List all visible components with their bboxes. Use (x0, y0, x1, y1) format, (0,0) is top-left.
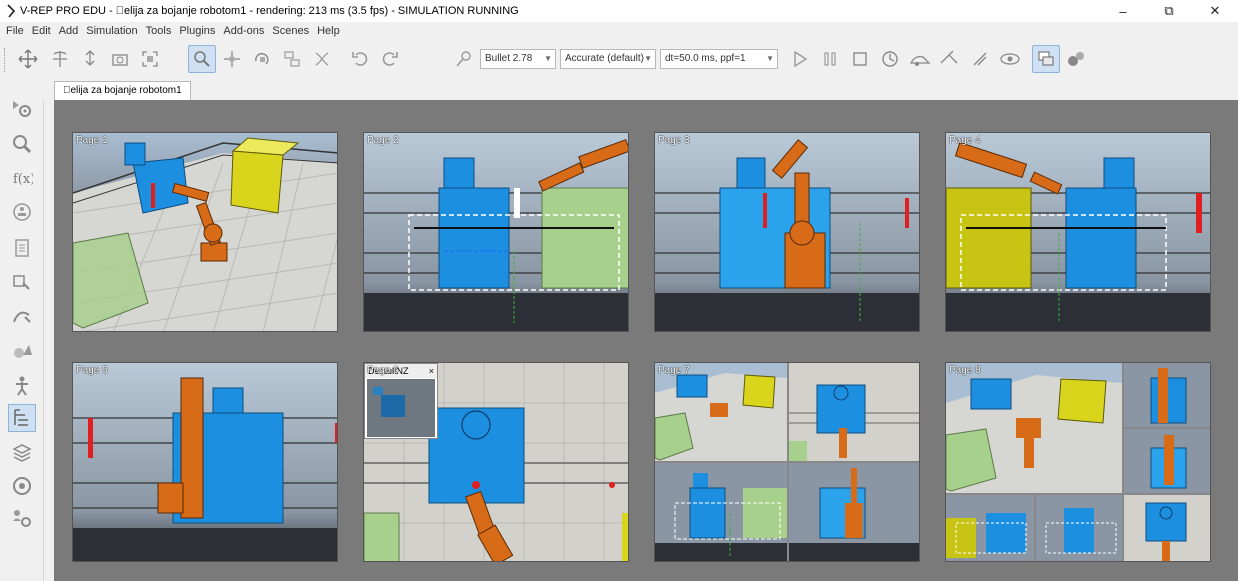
video-recorder-icon[interactable] (8, 472, 36, 500)
accuracy-value: Accurate (default) (565, 53, 644, 64)
menu-edit[interactable]: Edit (32, 25, 51, 37)
page-3-view[interactable]: Page 3 (654, 132, 920, 332)
menu-plugins[interactable]: Plugins (179, 25, 215, 37)
file-document-icon[interactable] (8, 234, 36, 262)
page-label: Page 1 (76, 135, 108, 146)
page-label: Page 6 (367, 365, 399, 376)
camera-shift-icon[interactable] (76, 45, 104, 73)
close-button[interactable]: ✕ (1192, 0, 1238, 22)
assemble-icon[interactable] (278, 45, 306, 73)
page-2-scene (364, 133, 628, 331)
left-toolbar: f(x) (0, 78, 44, 581)
minimize-button[interactable]: – (1100, 0, 1146, 22)
real-time-mode-icon[interactable] (876, 45, 904, 73)
vrep-logo-icon (7, 4, 16, 18)
stop-simulation-icon[interactable] (846, 45, 874, 73)
chevron-down-icon: ▼ (644, 54, 652, 63)
page-label: Page 5 (76, 365, 108, 376)
click-selection-icon[interactable] (188, 45, 216, 73)
physics-engine-value: Bullet 2.78 (485, 53, 533, 64)
chevron-down-icon: ▼ (766, 54, 774, 63)
page-7-view[interactable]: Page 7 (654, 362, 920, 562)
user-settings-icon[interactable] (8, 504, 36, 532)
menu-addons[interactable]: Add-ons (223, 25, 264, 37)
camera-opening-icon[interactable] (106, 45, 134, 73)
collections-icon[interactable] (8, 338, 36, 366)
page-5-view[interactable]: Page 5 (72, 362, 338, 562)
shapes-edit-icon[interactable] (8, 198, 36, 226)
page-label: Page 7 (658, 365, 690, 376)
timestep-value: dt=50.0 ms, ppf=1 (665, 53, 746, 64)
page-6-view[interactable]: DefaultNZ × Page 6 (363, 362, 629, 562)
main-toolbar: Bullet 2.78 ▼ Accurate (default) ▼ dt=50.0… (0, 40, 1238, 79)
menu-tools[interactable]: Tools (146, 25, 172, 37)
title-bar: V-REP PRO EDU -  elija za bojanje roboto… (0, 0, 1238, 22)
window-title: V-REP PRO EDU -  elija za bojanje roboto… (20, 5, 519, 17)
pause-simulation-icon[interactable] (816, 45, 844, 73)
page-8-scene (946, 363, 1210, 561)
zoom-icon[interactable] (8, 130, 36, 158)
page-7-scene (655, 363, 919, 561)
scene-hierarchy-icon[interactable] (8, 404, 36, 432)
page-8-view[interactable]: Page 8 (945, 362, 1211, 562)
page-label: Page 3 (658, 135, 690, 146)
transfer-dna-icon[interactable] (308, 45, 336, 73)
accuracy-select[interactable]: Accurate (default) ▼ (560, 49, 656, 69)
menu-scenes[interactable]: Scenes (272, 25, 309, 37)
path-edit-icon[interactable] (8, 302, 36, 330)
redo-icon[interactable] (376, 45, 404, 73)
fit-to-view-icon[interactable] (136, 45, 164, 73)
camera-rotate-icon[interactable] (46, 45, 74, 73)
camera-pan-icon[interactable] (14, 45, 42, 73)
page-label: Page 4 (949, 135, 981, 146)
page-1-view[interactable]: Page 1 (72, 132, 338, 332)
page-1-scene (73, 133, 337, 331)
object-rotate-icon[interactable] (248, 45, 276, 73)
toolbar-grip[interactable] (4, 48, 9, 72)
model-browser-icon[interactable] (8, 268, 36, 296)
physics-engine-select[interactable]: Bullet 2.78 ▼ (480, 49, 556, 69)
speed-up-icon[interactable] (936, 45, 964, 73)
menu-simulation[interactable]: Simulation (86, 25, 137, 37)
slow-down-icon[interactable] (906, 45, 934, 73)
page-3-scene (655, 133, 919, 331)
dynamics-toggle-icon[interactable] (450, 45, 478, 73)
threaded-rendering-icon[interactable] (966, 45, 994, 73)
menu-help[interactable]: Help (317, 25, 340, 37)
page-5-scene (73, 363, 337, 561)
page-4-view[interactable]: Page 4 (945, 132, 1211, 332)
menu-file[interactable]: File (6, 25, 24, 37)
simulation-settings-icon[interactable] (8, 94, 36, 122)
object-shift-icon[interactable] (218, 45, 246, 73)
script-function-icon[interactable]: f(x) (8, 164, 36, 192)
maximize-button[interactable]: ⧉ (1146, 0, 1192, 22)
scene-viewport[interactable]: Page 1 Page 2 Page 3 Page 4 Page 5 Defau… (54, 100, 1238, 581)
undo-icon[interactable] (346, 45, 374, 73)
page-label: Page 8 (949, 365, 981, 376)
start-simulation-icon[interactable] (786, 45, 814, 73)
close-icon[interactable]: × (429, 364, 434, 378)
menu-add[interactable]: Add (59, 25, 79, 37)
robot-icon[interactable] (8, 372, 36, 400)
page-label: Page 2 (367, 135, 399, 146)
scene-tab-bar:  elija za bojanje robotom1 (43, 78, 1238, 100)
page-2-view[interactable]: Page 2 (363, 132, 629, 332)
page-selector-icon[interactable] (1032, 45, 1060, 73)
visualization-toggle-icon[interactable] (996, 45, 1024, 73)
page-4-scene (946, 133, 1210, 331)
scene-tab[interactable]:  elija za bojanje robotom1 (54, 81, 191, 100)
floating-view-content (367, 379, 435, 437)
svg-text:f(x): f(x) (13, 172, 33, 187)
timestep-select[interactable]: dt=50.0 ms, ppf=1 ▼ (660, 49, 778, 69)
chevron-down-icon: ▼ (544, 54, 552, 63)
scene-selector-icon[interactable] (1062, 45, 1090, 73)
menu-bar: File Edit Add Simulation Tools Plugins A… (0, 22, 1238, 40)
layers-icon[interactable] (8, 438, 36, 466)
